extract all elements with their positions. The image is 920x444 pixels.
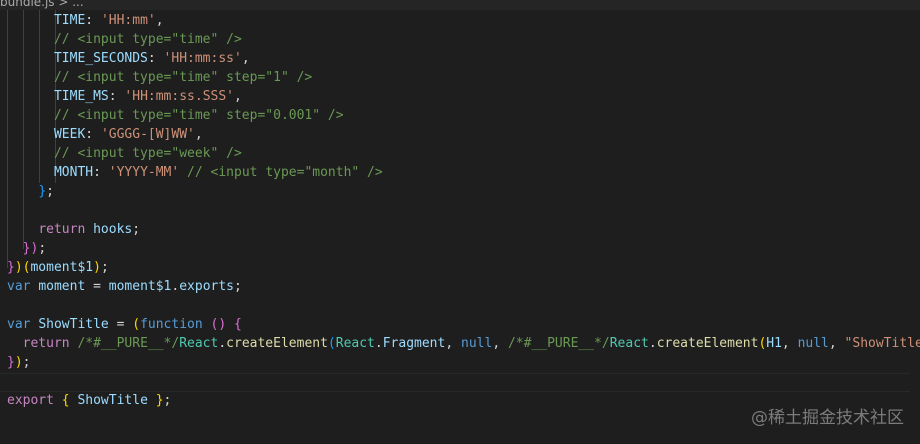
breadcrumb-text[interactable]: bundle.js > ...: [0, 0, 84, 9]
code-line: return /*#__PURE__*/React.createElement(…: [22, 336, 920, 351]
code-line: // <input type="time" />: [53, 32, 242, 47]
code-editor[interactable]: TIME: 'HH:mm', // <input type="time" /> …: [0, 10, 920, 444]
code-line: })(moment$1);: [7, 260, 109, 275]
code-line: return hooks;: [38, 222, 141, 237]
code-line: });: [22, 241, 47, 256]
code-line: });: [7, 355, 31, 370]
watermark: @稀土掘金技术社区: [751, 408, 904, 428]
code-line: WEEK: 'GGGG-[W]WW',: [53, 127, 203, 142]
code-line: // <input type="week" />: [53, 146, 242, 161]
code-line: // <input type="time" step="1" />: [53, 70, 313, 85]
code-line: var ShowTitle = (function () {: [7, 317, 242, 332]
code-line: export { ShowTitle };: [7, 393, 172, 408]
code-line: var moment = moment$1.exports;: [7, 279, 242, 294]
breadcrumb[interactable]: bundle.js > ...: [0, 0, 920, 10]
code-line: };: [38, 184, 54, 199]
code-line: TIME_SECONDS: 'HH:mm:ss',: [53, 51, 250, 66]
current-line-highlight: [0, 373, 910, 392]
code-line: MONTH: 'YYYY-MM' // <input type="month" …: [53, 165, 383, 180]
code-line: TIME: 'HH:mm',: [53, 13, 164, 28]
code-line: // <input type="time" step="0.001" />: [53, 108, 344, 123]
code-line: TIME_MS: 'HH:mm:ss.SSS',: [53, 89, 242, 104]
